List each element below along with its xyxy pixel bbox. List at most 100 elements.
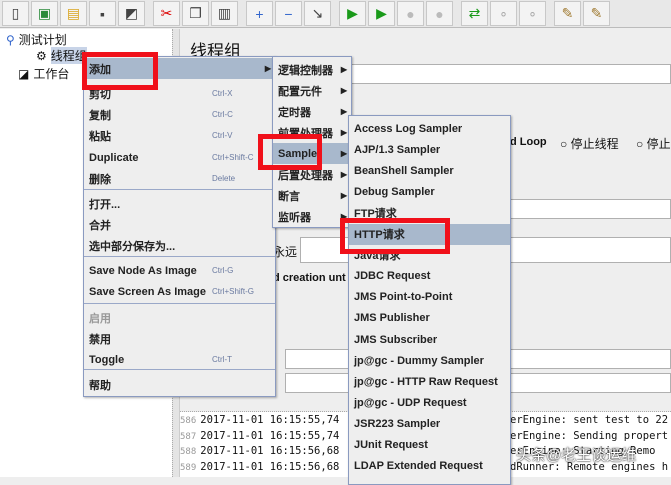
menu-item-label: Save Screen As Image	[89, 285, 206, 298]
collapse-button[interactable]: −	[275, 1, 302, 26]
submenu-arrow-icon: ▶	[340, 65, 347, 74]
menu-item-label: 删除	[89, 173, 111, 186]
sampler-item[interactable]: Debug Sampler	[349, 181, 510, 202]
menu-item-label: Debug Sampler	[354, 185, 435, 198]
clear-icon: ✎	[561, 5, 574, 21]
start-icon: ▶	[347, 5, 358, 21]
highlight-box-http	[340, 218, 450, 254]
sampler-item[interactable]: JMS Point-to-Point	[349, 287, 510, 308]
context-menu-item[interactable]: Save Node As Image Ctrl-G	[84, 260, 275, 281]
menu-item-label: 逻辑控制器	[278, 64, 333, 77]
menu-item-label: 选中部分保存为...	[89, 240, 176, 253]
sampler-item[interactable]: JMS Subscriber	[349, 329, 510, 350]
add-submenu-item[interactable]: 定时器 ▶	[273, 101, 351, 122]
menu-item-label: 配置元件	[278, 85, 322, 98]
context-menu-item[interactable]: 选中部分保存为...	[84, 235, 275, 256]
menu-separator	[84, 256, 275, 257]
context-menu-item[interactable]: 复制 Ctrl-C	[84, 104, 275, 125]
log-text: 2017-11-01 16:15:56,68	[200, 445, 340, 457]
tree-node-test-plan[interactable]: ⚲ 测试计划	[6, 31, 67, 48]
sampler-item[interactable]: JMS Publisher	[349, 308, 510, 329]
save-button[interactable]: ▪	[89, 1, 116, 26]
log-line: 589 2017-11-01 16:15:56,68 dRunner: Remote…	[180, 461, 668, 473]
sampler-item[interactable]: jp@gc - UDP Request	[349, 392, 510, 413]
menu-item-label: JUnit Request	[354, 439, 428, 451]
shortcut-label: Ctrl-V	[212, 131, 233, 140]
context-menu-item[interactable]: 合并	[84, 214, 275, 235]
shortcut-label: Delete	[212, 174, 236, 183]
sampler-item[interactable]: LDAP Extended Request	[349, 456, 510, 477]
context-menu-item[interactable]: 禁用	[84, 328, 275, 349]
clear-all-button[interactable]: ✎	[583, 1, 610, 26]
copy-button[interactable]: ❐	[182, 1, 209, 26]
stop-test-radio[interactable]: ○ 停止	[636, 135, 671, 152]
new-button[interactable]: ▯	[2, 1, 29, 26]
add-submenu-item[interactable]: 逻辑控制器 ▶	[273, 59, 351, 80]
context-menu-item[interactable]: 启用	[84, 307, 275, 328]
paste-button[interactable]: ▥	[211, 1, 238, 26]
remote-shutdown-button[interactable]: ∘	[519, 1, 546, 26]
sampler-item[interactable]: jp@gc - Dummy Sampler	[349, 350, 510, 371]
clear-button[interactable]: ✎	[554, 1, 581, 26]
collapse-icon: −	[284, 5, 293, 22]
menu-item-label: 定时器	[278, 106, 311, 119]
menu-item-label: 启用	[89, 312, 111, 325]
highlight-box-add	[82, 52, 158, 90]
sampler-item[interactable]: Access Log Sampler	[349, 118, 510, 139]
stop-thread-radio[interactable]: ○ 停止线程	[560, 135, 619, 152]
tree-node-thread-group[interactable]: ⚙ 线程组	[36, 47, 87, 64]
context-menu-item[interactable]: Toggle Ctrl-T	[84, 349, 275, 370]
shortcut-label: Ctrl-G	[212, 266, 234, 275]
add-submenu-item[interactable]: 断言 ▶	[273, 185, 351, 206]
expand-icon: +	[255, 5, 264, 22]
sampler-item[interactable]: JDBC Request	[349, 266, 510, 287]
context-menu-item[interactable]: Save Screen As Image Ctrl+Shift-G	[84, 281, 275, 302]
menu-item-label: JMS Publisher	[354, 312, 430, 325]
menu-item-label: Toggle	[89, 353, 125, 366]
open-icon: ▤	[66, 5, 81, 21]
sampler-item[interactable]: jp@gc - HTTP Raw Request	[349, 371, 510, 392]
menu-item-label: JMS Point-to-Point	[354, 291, 453, 304]
stop-button[interactable]: ●	[397, 1, 424, 26]
expand-button[interactable]: +	[246, 1, 273, 26]
context-menu-item[interactable]: 帮助	[84, 374, 275, 395]
context-menu-item[interactable]: 删除 Delete	[84, 168, 275, 189]
cut-icon: ✂	[160, 5, 173, 21]
context-menu-item[interactable]: 粘贴 Ctrl-V	[84, 125, 275, 146]
toggle-button[interactable]: ↘	[304, 1, 331, 26]
add-submenu-item[interactable]: 配置元件 ▶	[273, 80, 351, 101]
templates-button[interactable]: ▣	[31, 1, 58, 26]
shutdown-icon: ●	[435, 5, 444, 22]
cut-button[interactable]: ✂	[153, 1, 180, 26]
shortcut-label: Ctrl+Shift-G	[212, 287, 255, 296]
start-button[interactable]: ▶	[339, 1, 366, 26]
menu-item-label: 打开...	[89, 198, 121, 211]
sampler-item[interactable]: AJP/1.3 Sampler	[349, 139, 510, 160]
menu-item-label: 断言	[278, 190, 300, 203]
menu-item-label: jp@gc - HTTP Raw Request	[354, 375, 498, 388]
remote-start-icon: ⇄	[468, 5, 481, 21]
sampler-item[interactable]: JSR223 Sampler	[349, 413, 510, 434]
menu-item-label: JDBC Request	[354, 270, 431, 283]
new-icon: ▯	[11, 5, 20, 21]
open-button[interactable]: ▤	[60, 1, 87, 26]
save-as-button[interactable]: ◩	[118, 1, 145, 26]
remote-start-button[interactable]: ⇄	[461, 1, 488, 26]
log-line: 587 2017-11-01 16:15:55,74 erEngine: Sendi…	[180, 430, 668, 442]
shutdown-button[interactable]: ●	[426, 1, 453, 26]
delay-creation-label: d creation unt	[273, 272, 346, 284]
sampler-submenu: Access Log Sampler AJP/1.3 Sampler BeanShe…	[348, 115, 511, 485]
remote-stop-button[interactable]: ∘	[490, 1, 517, 26]
submenu-arrow-icon: ▶	[264, 64, 271, 73]
sampler-item[interactable]: JUnit Request	[349, 435, 510, 456]
start-no-pause-button[interactable]: ▶	[368, 1, 395, 26]
menu-separator	[84, 369, 275, 370]
context-menu-item[interactable]: Duplicate Ctrl+Shift-C	[84, 147, 275, 168]
log-text-tail: erEngine: sent test to 22	[510, 414, 669, 426]
log-line: 588 2017-11-01 16:15:56,68 erEngine: Start…	[180, 445, 655, 457]
sampler-item[interactable]: BeanShell Sampler	[349, 160, 510, 181]
tree-node-workbench[interactable]: ◪ 工作台	[18, 65, 69, 82]
forever-label: 永远	[273, 245, 298, 259]
log-text: 2017-11-01 16:15:55,74	[200, 414, 340, 426]
context-menu-item[interactable]: 打开...	[84, 193, 275, 214]
